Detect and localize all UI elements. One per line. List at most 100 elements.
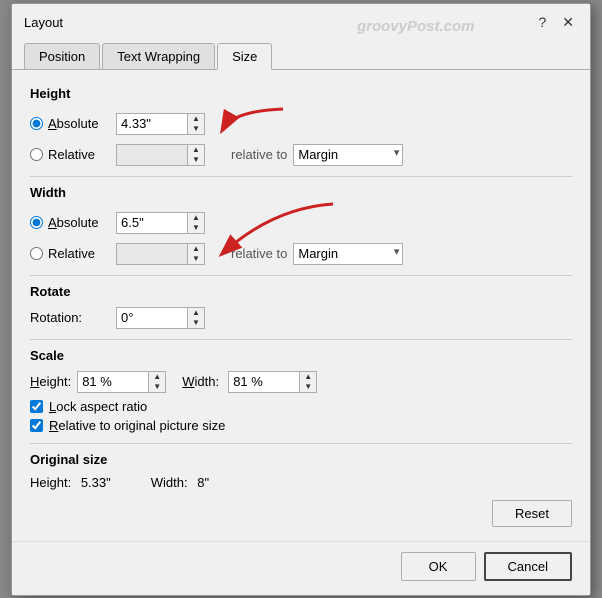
reset-button[interactable]: Reset (492, 500, 572, 527)
width-relative-spinbtns: ▲ ▼ (188, 243, 205, 265)
width-relative-input[interactable] (116, 243, 188, 265)
content-area: Height Absolute ▲ ▼ (12, 70, 590, 541)
orig-height-value: 5.33" (81, 475, 111, 490)
width-relative-radio[interactable] (30, 247, 43, 260)
width-relative-spinner: ▲ ▼ (116, 243, 205, 265)
scale-width-input[interactable] (228, 371, 300, 393)
tab-bar: Position Text Wrapping Size (12, 37, 590, 70)
rotation-row: Rotation: ▲ ▼ (30, 307, 572, 329)
scale-width-label: Width: (182, 374, 222, 389)
ok-button[interactable]: OK (401, 552, 476, 581)
scale-width-up[interactable]: ▲ (300, 372, 316, 382)
height-absolute-text: Absolute (48, 116, 99, 131)
height-relative-up[interactable]: ▲ (188, 145, 204, 155)
height-absolute-radio[interactable] (30, 117, 43, 130)
divider-3 (30, 339, 572, 340)
red-arrow-1 (213, 101, 293, 154)
width-absolute-row: Absolute ▲ ▼ (30, 208, 572, 238)
height-margin-dropdown[interactable]: Margin Page Column (293, 144, 403, 166)
lock-aspect-checkbox[interactable] (30, 400, 43, 413)
rotation-spinner: ▲ ▼ (116, 307, 205, 329)
height-relative-spinner: ▲ ▼ (116, 144, 205, 166)
width-relative-text: Relative (48, 246, 95, 261)
height-absolute-spinner: ▲ ▼ (116, 113, 205, 135)
width-absolute-spinbtns: ▲ ▼ (188, 212, 205, 234)
height-relative-text: Relative (48, 147, 95, 162)
scale-width-down[interactable]: ▼ (300, 382, 316, 392)
width-margin-dropdown-wrap: Margin Page Column (293, 243, 403, 265)
height-relative-input[interactable] (116, 144, 188, 166)
width-absolute-down[interactable]: ▼ (188, 223, 204, 233)
rotation-input[interactable] (116, 307, 188, 329)
height-relative-down[interactable]: ▼ (188, 155, 204, 165)
orig-width-key: Width: 8" (151, 475, 209, 490)
divider-2 (30, 275, 572, 276)
height-relative-label[interactable]: Relative (30, 147, 110, 162)
height-absolute-down[interactable]: ▼ (188, 124, 204, 134)
height-absolute-input[interactable] (116, 113, 188, 135)
original-size-label: Original size (30, 452, 572, 467)
width-relative-label[interactable]: Relative (30, 246, 110, 261)
original-size-row: Height: 5.33" Width: 8" (30, 475, 572, 490)
height-section: Height Absolute ▲ ▼ (30, 86, 572, 166)
relative-to-orig-row: Relative to original picture size (30, 418, 572, 433)
tab-position[interactable]: Position (24, 43, 100, 69)
cancel-button[interactable]: Cancel (484, 552, 572, 581)
width-absolute-label[interactable]: Absolute (30, 215, 110, 230)
divider-4 (30, 443, 572, 444)
height-absolute-row: Absolute ▲ ▼ (30, 109, 572, 139)
width-relative-down[interactable]: ▼ (188, 254, 204, 264)
scale-section: Scale Height: ▲ ▼ Width: (30, 348, 572, 433)
orig-width-value: 8" (197, 475, 209, 490)
dialog-title: Layout (24, 15, 63, 30)
scale-height-item: Height: ▲ ▼ (30, 371, 166, 393)
width-absolute-input[interactable] (116, 212, 188, 234)
width-relative-up[interactable]: ▲ (188, 244, 204, 254)
orig-height-key: Height: 5.33" (30, 475, 111, 490)
scale-width-spinbtns: ▲ ▼ (300, 371, 317, 393)
rotation-spinbtns: ▲ ▼ (188, 307, 205, 329)
rotate-section-label: Rotate (30, 284, 572, 299)
scale-height-spinner: ▲ ▼ (77, 371, 166, 393)
width-relative-row: Relative ▲ ▼ relative to Margin Page Col… (30, 243, 572, 265)
layout-dialog: Layout groovyPost.com ? ✕ Position Text … (11, 3, 591, 596)
scale-width-item: Width: ▲ ▼ (182, 371, 317, 393)
height-relative-row: Relative ▲ ▼ relative to Margin Page Col… (30, 144, 572, 166)
relative-to-orig-checkbox[interactable] (30, 419, 43, 432)
title-actions: ? ✕ (534, 12, 578, 33)
width-absolute-radio[interactable] (30, 216, 43, 229)
title-bar: Layout groovyPost.com ? ✕ (12, 4, 590, 37)
scale-height-up[interactable]: ▲ (149, 372, 165, 382)
scale-height-label: Height: (30, 374, 71, 389)
height-absolute-label[interactable]: Absolute (30, 116, 110, 131)
reset-row: Reset (30, 500, 572, 527)
width-margin-dropdown[interactable]: Margin Page Column (293, 243, 403, 265)
rotation-up[interactable]: ▲ (188, 308, 204, 318)
arrow2-container (211, 208, 331, 238)
width-section: Width Absolute ▲ ▼ (30, 185, 572, 265)
tab-text-wrapping[interactable]: Text Wrapping (102, 43, 215, 69)
rotation-down[interactable]: ▼ (188, 318, 204, 328)
height-section-label: Height (30, 86, 572, 101)
lock-aspect-label: Lock aspect ratio (49, 399, 147, 414)
width-absolute-spinner: ▲ ▼ (116, 212, 205, 234)
rotation-label: Rotation: (30, 310, 110, 325)
close-button[interactable]: ✕ (558, 12, 578, 33)
rotate-section: Rotate Rotation: ▲ ▼ (30, 284, 572, 329)
height-absolute-spinbtns: ▲ ▼ (188, 113, 205, 135)
scale-width-spinner: ▲ ▼ (228, 371, 317, 393)
watermark: groovyPost.com (357, 18, 475, 35)
lock-aspect-row: Lock aspect ratio (30, 399, 572, 414)
height-margin-dropdown-wrap: Margin Page Column (293, 144, 403, 166)
height-absolute-up[interactable]: ▲ (188, 114, 204, 124)
help-button[interactable]: ? (534, 12, 550, 32)
scale-height-spinbtns: ▲ ▼ (149, 371, 166, 393)
height-relative-radio[interactable] (30, 148, 43, 161)
scale-height-input[interactable] (77, 371, 149, 393)
tab-size[interactable]: Size (217, 43, 272, 70)
scale-values-row: Height: ▲ ▼ Width: ▲ (30, 371, 572, 393)
width-absolute-up[interactable]: ▲ (188, 213, 204, 223)
arrow1-container (211, 109, 291, 139)
scale-height-down[interactable]: ▼ (149, 382, 165, 392)
scale-section-label: Scale (30, 348, 572, 363)
